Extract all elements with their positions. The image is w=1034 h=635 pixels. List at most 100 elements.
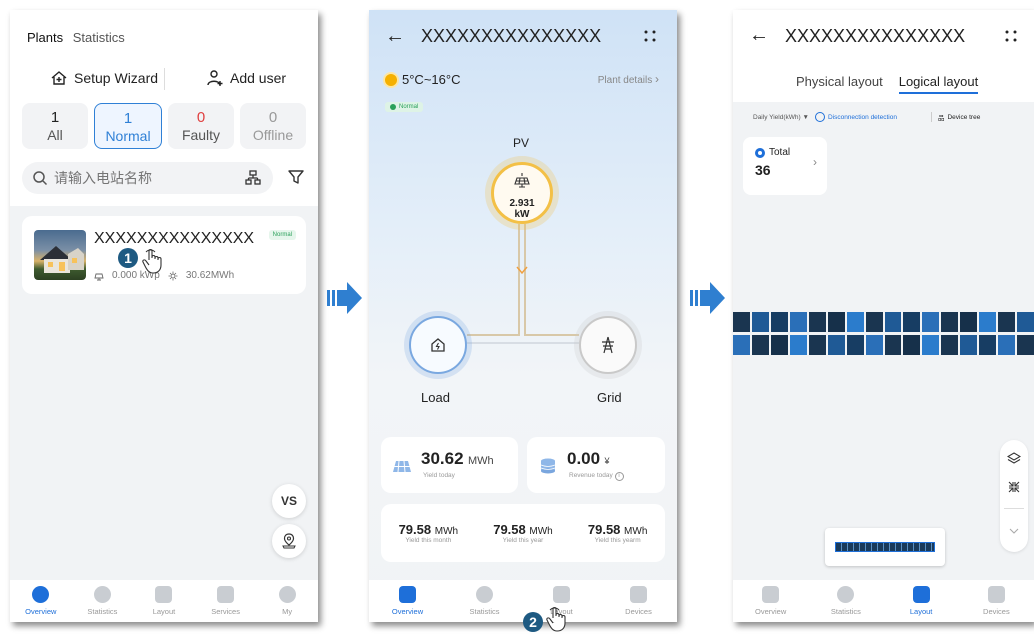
tab-logical-layout[interactable]: Logical layout xyxy=(898,74,979,94)
plant-search-input[interactable] xyxy=(54,170,229,186)
revenue-today-card[interactable]: 0.00 ¥ Revenue today i xyxy=(527,437,665,493)
nav-layout[interactable]: Layout xyxy=(884,580,959,622)
yield-today-card[interactable]: 30.62 MWh Yield today xyxy=(381,437,518,493)
nav-statistics[interactable]: Statistics xyxy=(72,580,134,622)
revenue-unit: ¥ xyxy=(604,456,610,466)
filter-normal[interactable]: 1 Normal xyxy=(94,103,162,149)
info-icon[interactable]: i xyxy=(614,472,624,481)
plant-name: XXXXXXXXXXXXXXX xyxy=(94,230,255,247)
layers-icon[interactable] xyxy=(1007,452,1021,466)
layout-minimap[interactable] xyxy=(825,528,945,566)
add-user-button[interactable]: Add user xyxy=(206,69,286,87)
panel-row xyxy=(733,312,1034,332)
optimizer-panel[interactable] xyxy=(865,335,883,355)
nav-devices[interactable]: Devices xyxy=(600,580,677,622)
user-plus-icon xyxy=(207,70,223,86)
optimizer-panel[interactable] xyxy=(1017,312,1034,332)
optimizer-panel[interactable] xyxy=(770,335,788,355)
filter-faulty[interactable]: 0 Faulty xyxy=(168,103,234,149)
optimizer-panel[interactable] xyxy=(998,335,1016,355)
optimizer-panel[interactable] xyxy=(846,335,864,355)
yield-month[interactable]: 79.58 MWh Yield this month xyxy=(399,522,459,544)
nav-overview[interactable]: Overview xyxy=(10,580,72,622)
nav-overview[interactable]: Overview xyxy=(369,580,446,622)
house-image-icon xyxy=(40,246,84,273)
optimizer-panel[interactable] xyxy=(808,312,826,332)
home-plus-icon xyxy=(51,71,67,85)
tutorial-stage: Plants Statistics Setup Wizard Add user … xyxy=(0,0,1034,635)
optimizer-panel[interactable] xyxy=(827,312,845,332)
nav-overview-label: Overview xyxy=(391,607,424,616)
filter-all[interactable]: 1 All xyxy=(22,103,88,149)
optimizer-panel[interactable] xyxy=(941,335,959,355)
pv-node[interactable]: 2.931 kW xyxy=(491,162,553,224)
optimizer-panel[interactable] xyxy=(903,335,921,355)
optimizer-panel[interactable] xyxy=(789,335,807,355)
device-tree-icon[interactable] xyxy=(245,170,261,186)
yield-today-unit: MWh xyxy=(468,455,494,467)
nav-my[interactable]: My xyxy=(256,580,318,622)
optimizer-panel[interactable] xyxy=(865,312,883,332)
more-dots-icon[interactable] xyxy=(637,24,663,48)
yield-month-unit: MWh xyxy=(434,526,459,537)
yield-year[interactable]: 79.58 MWh Yield this year xyxy=(493,522,553,544)
optimizer-panel[interactable] xyxy=(922,335,940,355)
total-count-card[interactable]: Total 36 › xyxy=(743,137,827,195)
optimizer-panel[interactable] xyxy=(941,312,959,332)
optimizer-panel[interactable] xyxy=(979,335,997,355)
nav-layout[interactable]: Layout xyxy=(133,580,195,622)
grid-node[interactable] xyxy=(579,316,637,374)
nav-layout-label: Layout xyxy=(909,607,933,616)
optimizer-panel[interactable] xyxy=(789,312,807,332)
disconnection-detection-button[interactable]: Disconnection detection xyxy=(814,112,897,122)
optimizer-panel[interactable] xyxy=(998,312,1016,332)
optimizer-panel[interactable] xyxy=(733,335,750,355)
more-dots-icon[interactable] xyxy=(998,24,1024,48)
optimizer-panel[interactable] xyxy=(846,312,864,332)
collapse-icon[interactable] xyxy=(1007,480,1021,494)
nav-statistics[interactable]: Statistics xyxy=(808,580,883,622)
back-arrow-icon[interactable]: ← xyxy=(385,25,405,47)
nav-devices[interactable]: Devices xyxy=(959,580,1034,622)
optimizer-panel[interactable] xyxy=(960,312,978,332)
back-arrow-icon[interactable]: ← xyxy=(749,24,769,46)
optimizer-panel[interactable] xyxy=(884,335,902,355)
optimizer-panel[interactable] xyxy=(733,312,750,332)
filter-offline[interactable]: 0 Offline xyxy=(240,103,306,149)
nav-overview[interactable]: Overview xyxy=(733,580,808,622)
daily-yield-dropdown[interactable]: Daily Yield(kWh) ▼ xyxy=(753,114,809,121)
optimizer-panel[interactable] xyxy=(922,312,940,332)
load-node[interactable] xyxy=(409,316,467,374)
optimizer-panel[interactable] xyxy=(751,335,769,355)
nav-my-label: My xyxy=(282,607,293,616)
chevron-down-icon[interactable] xyxy=(1007,524,1021,538)
yield-total[interactable]: 79.58 MWh Yield this yearm xyxy=(588,522,648,544)
overview-header: ← XXXXXXXXXXXXXXX xyxy=(369,24,677,48)
nav-statistics[interactable]: Statistics xyxy=(446,580,523,622)
optimizer-panel[interactable] xyxy=(770,312,788,332)
yield-year-label: Yield this year xyxy=(502,537,544,544)
optimizer-panel[interactable] xyxy=(808,335,826,355)
optimizer-panel[interactable] xyxy=(827,335,845,355)
nav-services[interactable]: Services xyxy=(195,580,257,622)
setup-wizard-button[interactable]: Setup Wizard xyxy=(50,69,158,87)
optimizer-panel[interactable] xyxy=(960,335,978,355)
plant-details-link[interactable]: Plant details › xyxy=(598,72,659,86)
optimizer-panel[interactable] xyxy=(751,312,769,332)
optimizer-panel[interactable] xyxy=(1017,335,1034,355)
tab-physical-layout[interactable]: Physical layout xyxy=(796,74,883,94)
optimizer-panel[interactable] xyxy=(903,312,921,332)
optimizer-panel[interactable] xyxy=(979,312,997,332)
panel-row xyxy=(733,335,1034,355)
layout-toolbar: Daily Yield(kWh) ▼ Disconnection detecti… xyxy=(753,112,1023,122)
plant-card[interactable]: XXXXXXXXXXXXXXX Normal 0.000 kWp 30.62MW… xyxy=(22,216,306,294)
filter-icon[interactable] xyxy=(287,168,305,186)
vs-compare-button[interactable]: VS xyxy=(272,484,306,518)
tab-plants[interactable]: Plants xyxy=(27,30,63,45)
tab-statistics[interactable]: Statistics xyxy=(73,30,125,45)
device-tree-button[interactable]: 品 Device tree xyxy=(938,112,980,123)
optimizer-panel[interactable] xyxy=(884,312,902,332)
add-user-label: Add user xyxy=(230,70,287,86)
map-pin-button[interactable] xyxy=(272,524,306,558)
map-pin-icon xyxy=(282,533,296,549)
